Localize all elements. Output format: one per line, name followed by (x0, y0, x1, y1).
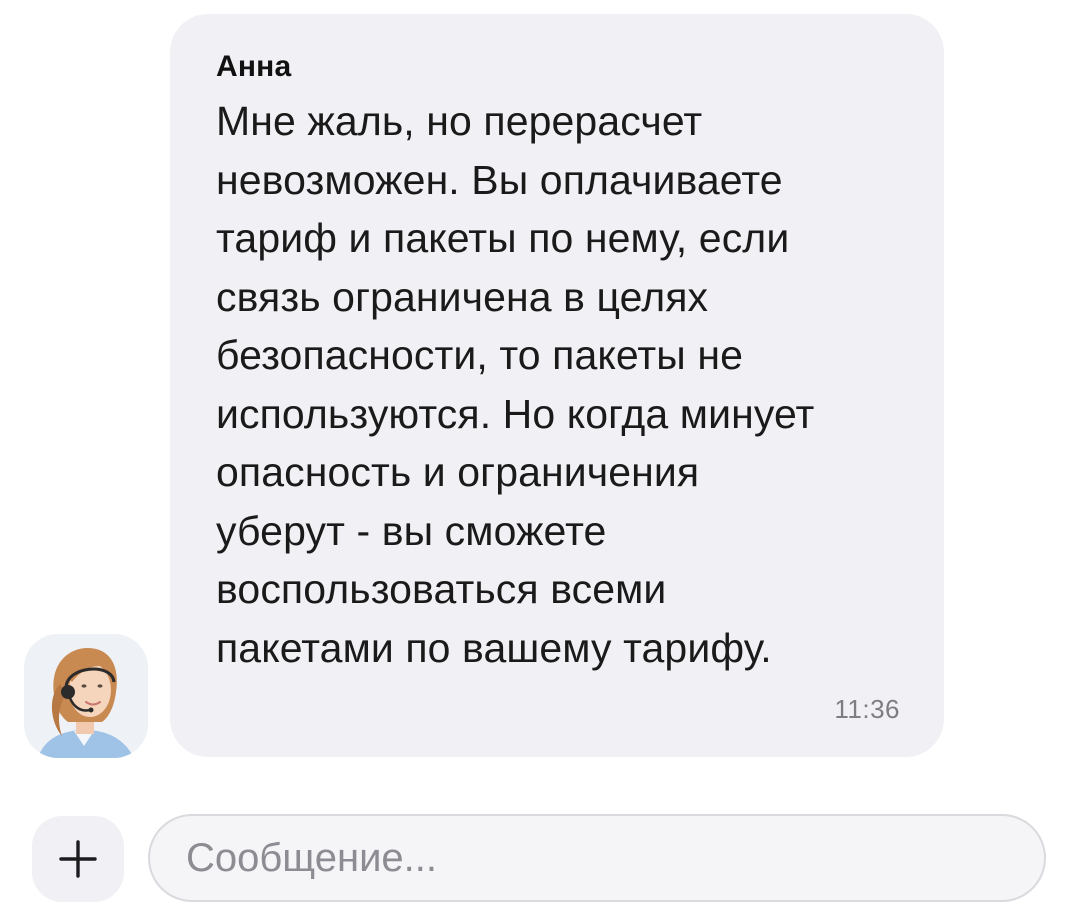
agent-avatar[interactable] (24, 634, 148, 758)
support-agent-avatar-icon (24, 634, 148, 758)
message-text: Мне жаль, но перерасчет невозможен. Вы о… (216, 98, 815, 671)
message-input[interactable] (186, 816, 1044, 900)
message-input-container[interactable] (148, 814, 1046, 902)
add-attachment-button[interactable] (32, 816, 124, 902)
message-timestamp: 11:36 (834, 694, 900, 724)
chat-screen: Анна Мне жаль, но перерасчет невозможен.… (0, 0, 1080, 915)
incoming-message-bubble[interactable]: Анна Мне жаль, но перерасчет невозможен.… (170, 14, 944, 757)
plus-icon (59, 840, 97, 878)
sender-name: Анна (216, 50, 292, 83)
